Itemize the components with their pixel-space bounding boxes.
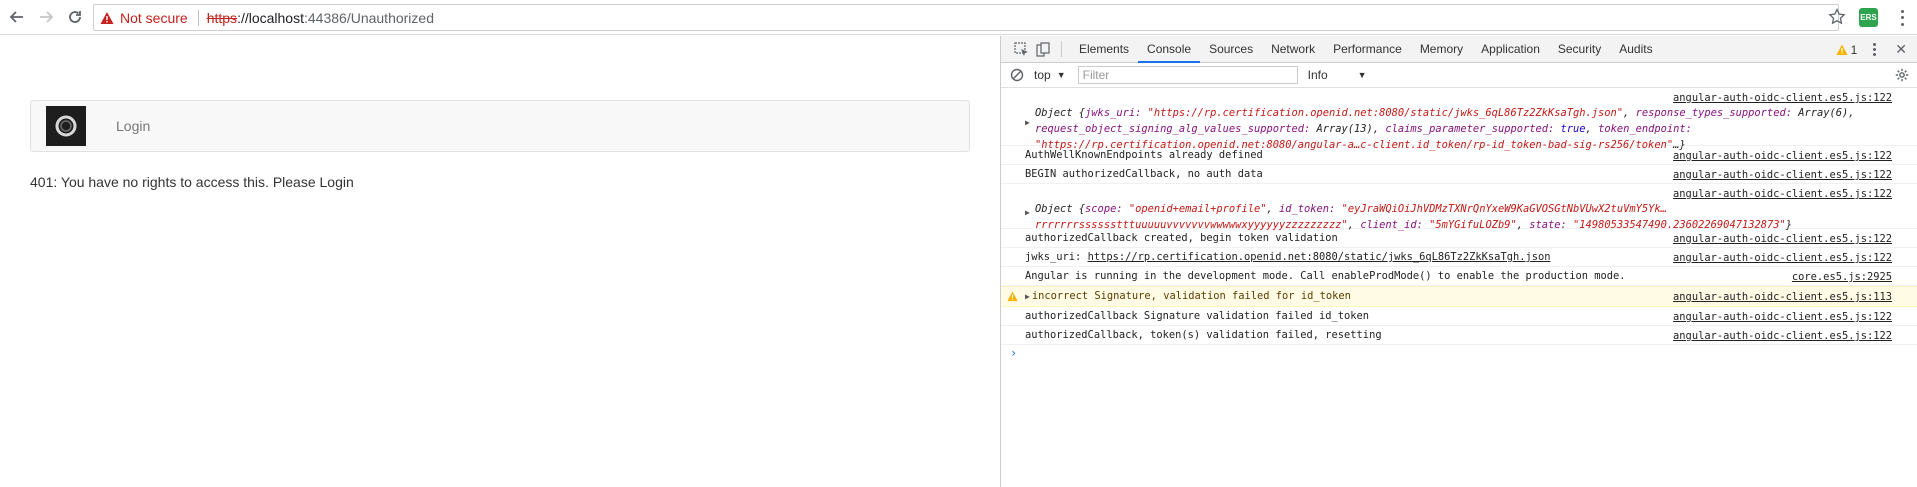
browser-menu-icon[interactable]	[1895, 8, 1909, 28]
tab-audits[interactable]: Audits	[1610, 36, 1661, 63]
login-link[interactable]: Login	[116, 118, 150, 134]
navbar: Login	[30, 100, 970, 152]
warning-icon	[1836, 44, 1848, 55]
object-preview[interactable]: ▶ Object {jwks_uri: "https://rp.certific…	[1025, 89, 1897, 153]
message-text: Angular is running in the development mo…	[1025, 270, 1626, 282]
devtools-menu-icon[interactable]	[1867, 42, 1881, 57]
caret-down-icon: ▼	[1357, 70, 1367, 80]
log-level-value: Info	[1307, 68, 1328, 82]
console-message: angular-auth-oidc-client.es5.js:122 Auth…	[1001, 146, 1917, 165]
expand-triangle-icon[interactable]: ▶	[1025, 205, 1030, 221]
jwks-uri-link[interactable]: https://rp.certification.openid.net:8080…	[1088, 251, 1551, 263]
warning-count: 1	[1850, 42, 1858, 57]
object-preview[interactable]: ▶ Object {scope: "openid+email+profile",…	[1025, 185, 1897, 233]
context-value: top	[1034, 68, 1051, 82]
source-link[interactable]: angular-auth-oidc-client.es5.js:122	[1673, 231, 1892, 247]
cursor-select-icon	[1013, 41, 1028, 56]
context-selector[interactable]: top ▼	[1034, 68, 1072, 82]
back-button[interactable]	[5, 5, 29, 29]
source-link[interactable]: angular-auth-oidc-client.es5.js:113	[1673, 289, 1892, 305]
console-filter-input[interactable]	[1077, 66, 1298, 84]
warning-triangle-icon	[100, 11, 114, 24]
inspect-element-button[interactable]	[1011, 39, 1031, 59]
tab-sources[interactable]: Sources	[1200, 36, 1262, 63]
reload-icon	[69, 11, 81, 23]
clear-console-icon[interactable]	[1010, 68, 1024, 82]
tab-memory[interactable]: Memory	[1411, 36, 1472, 63]
console-message: angular-auth-oidc-client.es5.js:122 ▶ Ob…	[1001, 88, 1917, 151]
extension-icon[interactable]: ERS	[1859, 8, 1878, 27]
arrow-left-icon	[9, 11, 23, 23]
unauthorized-message: 401: You have no rights to access this. …	[30, 174, 354, 190]
not-secure-label[interactable]: Not secure	[120, 10, 188, 26]
arrow-right-icon	[40, 11, 54, 23]
devtools-right-controls: 1 ✕	[1836, 36, 1917, 63]
omnibox-separator	[197, 9, 199, 26]
gear-icon[interactable]	[1895, 68, 1909, 82]
reload-button[interactable]	[63, 5, 87, 29]
device-mode-icon	[1035, 41, 1050, 57]
console-output: angular-auth-oidc-client.es5.js:122 ▶ Ob…	[1001, 88, 1917, 363]
tab-application[interactable]: Application	[1472, 36, 1549, 63]
console-message: angular-auth-oidc-client.es5.js:122 ▶ Ob…	[1001, 184, 1917, 231]
source-link[interactable]: angular-auth-oidc-client.es5.js:122	[1673, 167, 1892, 183]
source-link[interactable]: angular-auth-oidc-client.es5.js:122	[1673, 148, 1892, 164]
console-prompt[interactable]: ›	[1001, 345, 1917, 363]
ring-logo-icon	[55, 115, 77, 137]
source-link[interactable]: angular-auth-oidc-client.es5.js:122	[1673, 328, 1892, 344]
warning-count-badge[interactable]: 1	[1836, 42, 1858, 57]
page-content: Login 401: You have no rights to access …	[0, 36, 1000, 487]
console-warning-message: angular-auth-oidc-client.es5.js:113 ▶ inc…	[1001, 286, 1917, 307]
source-link[interactable]: core.es5.js:2925	[1792, 269, 1892, 285]
forward-button[interactable]	[34, 5, 58, 29]
log-level-selector[interactable]: Info ▼	[1308, 68, 1367, 82]
url-scheme: https	[206, 9, 238, 26]
bookmark-star-icon[interactable]	[1828, 8, 1846, 26]
console-message: angular-auth-oidc-client.es5.js:122 auth…	[1001, 229, 1917, 248]
console-message: angular-auth-oidc-client.es5.js:122 jwks…	[1001, 248, 1917, 267]
tab-console[interactable]: Console	[1138, 36, 1201, 63]
warning-icon	[1007, 291, 1018, 302]
source-link[interactable]: angular-auth-oidc-client.es5.js:122	[1673, 250, 1892, 266]
address-bar[interactable]: Not secure https://localhost:44386/Unaut…	[93, 4, 1839, 31]
tab-elements[interactable]: Elements	[1070, 36, 1138, 63]
url-host: ://localhost	[237, 9, 304, 26]
tab-security[interactable]: Security	[1549, 36, 1610, 63]
expand-triangle-icon[interactable]: ▶	[1025, 292, 1030, 301]
console-message: angular-auth-oidc-client.es5.js:122 auth…	[1001, 307, 1917, 326]
tab-separator	[1061, 41, 1062, 57]
console-message: core.es5.js:2925 Angular is running in t…	[1001, 267, 1917, 286]
close-devtools-icon[interactable]: ✕	[1895, 41, 1907, 58]
console-toolbar: top ▼ Info ▼	[1001, 63, 1917, 88]
caret-down-icon: ▼	[1056, 70, 1066, 80]
device-toolbar-button[interactable]	[1033, 39, 1053, 59]
app-logo[interactable]	[46, 106, 86, 146]
devtools-tabbar: Elements Console Sources Network Perform…	[1001, 36, 1917, 63]
browser-toolbar: Not secure https://localhost:44386/Unaut…	[0, 0, 1917, 35]
expand-triangle-icon[interactable]: ▶	[1025, 115, 1030, 131]
console-message: angular-auth-oidc-client.es5.js:122 auth…	[1001, 326, 1917, 345]
tab-network[interactable]: Network	[1262, 36, 1324, 63]
url-path: :44386/Unauthorized	[304, 9, 434, 26]
console-message: angular-auth-oidc-client.es5.js:122 BEGI…	[1001, 165, 1917, 184]
tab-performance[interactable]: Performance	[1324, 36, 1411, 63]
devtools-panel: Elements Console Sources Network Perform…	[1000, 36, 1917, 487]
source-link[interactable]: angular-auth-oidc-client.es5.js:122	[1673, 309, 1892, 325]
